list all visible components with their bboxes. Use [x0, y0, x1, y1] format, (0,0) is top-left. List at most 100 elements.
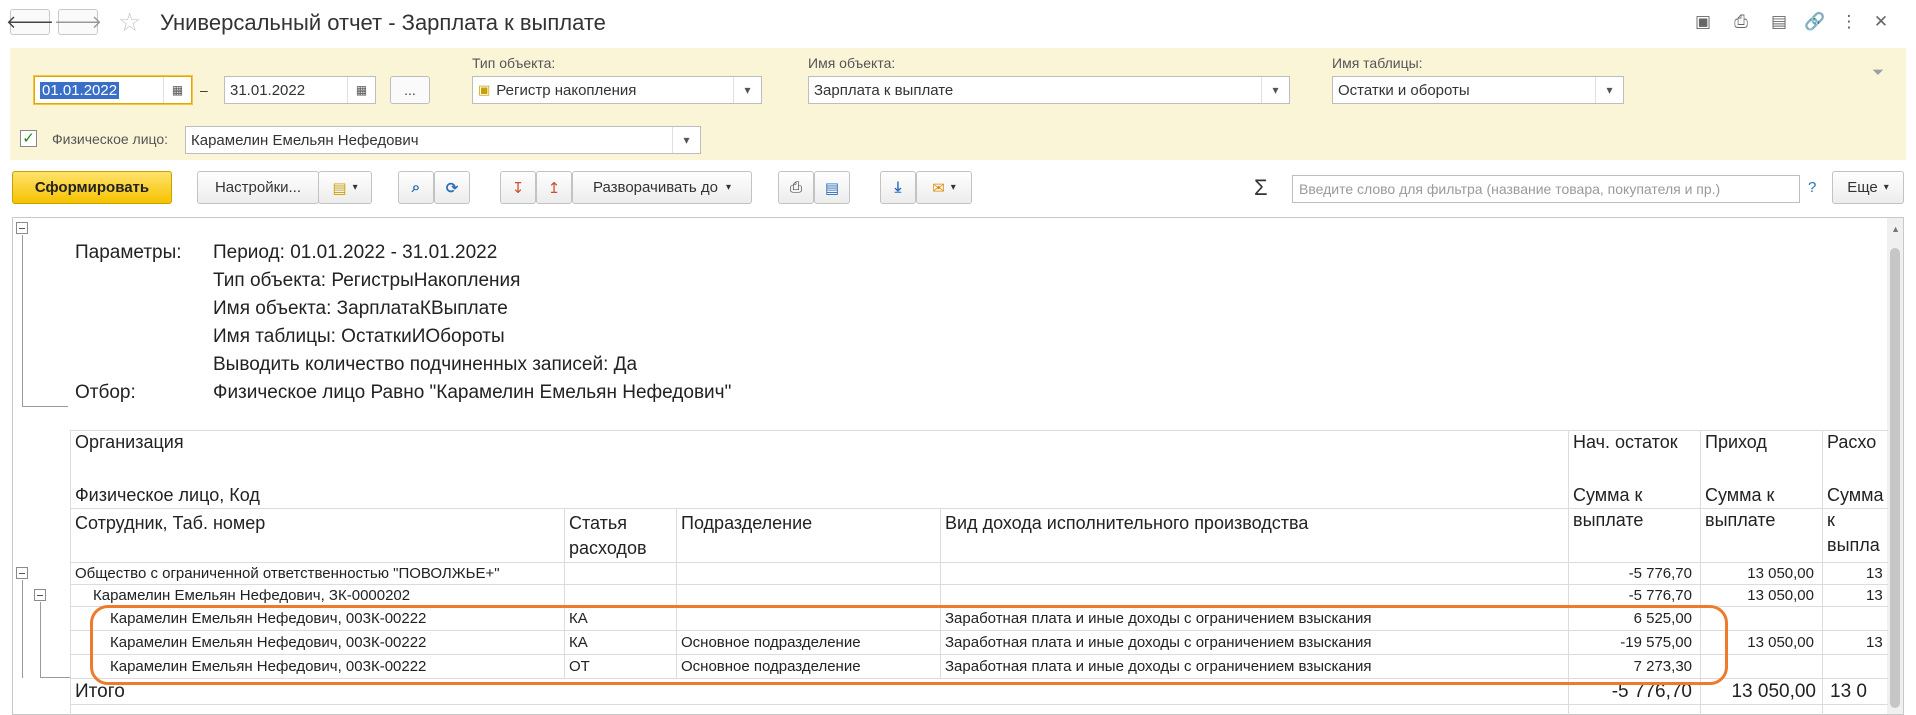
total-label: Итого — [75, 681, 125, 702]
row-expense: 13 — [1866, 634, 1883, 651]
collapse-org-group-icon[interactable] — [16, 567, 28, 579]
save-file-button[interactable]: ⤓ — [880, 171, 916, 204]
back-button[interactable]: 🡐 — [6, 9, 54, 35]
sum-icon[interactable]: Σ — [1254, 175, 1268, 201]
object-name-select[interactable]: Зарплата к выплате ▾ — [808, 76, 1290, 104]
expand-groups-button[interactable]: ↥ — [536, 171, 572, 204]
param-object-type: Тип объекта: РегистрыНакопления — [213, 270, 521, 291]
expand-to-dropdown[interactable]: Разворачивать до ▾ — [572, 171, 752, 204]
param-period: Период: 01.01.2022 - 31.01.2022 — [213, 242, 498, 263]
person-label: Физическое лицо: — [52, 131, 169, 147]
row-income-type: Заработная плата и иные доходы с огранич… — [945, 658, 1372, 675]
table-border — [1700, 430, 1701, 715]
find-next-button[interactable]: ⟳ — [434, 171, 470, 204]
header-expense-sub: Сумма к выпла — [1827, 485, 1884, 555]
table-border — [70, 430, 71, 715]
search-next-icon: ⟳ — [445, 179, 459, 197]
vertical-scrollbar[interactable]: ▲ — [1887, 218, 1903, 714]
collapse-person-group-icon[interactable] — [34, 589, 46, 601]
calendar-icon[interactable]: ▦ — [347, 77, 375, 103]
collapse-icon: ↧ — [511, 179, 525, 197]
header-org: Организация — [75, 432, 184, 452]
help-button[interactable]: ? — [1808, 179, 1816, 196]
row-income: 13 050,00 — [1747, 587, 1814, 604]
row-name: Карамелин Емельян Нефедович, 003К-00222 — [110, 634, 427, 651]
header-start-balance: Нач. остаток — [1573, 432, 1678, 452]
calendar-icon[interactable]: ▦ — [163, 77, 191, 103]
param-object-name: Имя объекта: ЗарплатаКВыплате — [213, 298, 508, 319]
row-article: КА — [569, 610, 588, 627]
print-icon[interactable]: ⎙ — [1730, 12, 1752, 32]
table-border — [70, 630, 1888, 631]
chevron-down-icon[interactable]: ▾ — [672, 127, 700, 153]
table-border — [1568, 430, 1569, 715]
more-label: Еще — [1847, 179, 1878, 196]
generate-button[interactable]: Сформировать — [12, 171, 172, 204]
period-select-button[interactable]: ... — [390, 76, 430, 104]
row-income: 13 050,00 — [1747, 565, 1814, 582]
date-from-field[interactable]: 01.01.2022 ▦ — [34, 76, 192, 104]
row-name: Общество с ограниченной ответственностью… — [75, 565, 500, 582]
title-bar: 🡐 🡒 ☆ Универсальный отчет - Зарплата к в… — [0, 0, 1916, 44]
row-expense: 13 — [1866, 587, 1883, 604]
total-start: -5 776,70 — [1611, 681, 1692, 702]
more-vertical-icon[interactable]: ⋮ — [1838, 12, 1860, 32]
settings-button[interactable]: Настройки... — [197, 171, 319, 204]
date-to-field[interactable]: 31.01.2022 ▦ — [224, 76, 376, 104]
row-income-type: Заработная плата и иные доходы с огранич… — [945, 634, 1372, 651]
download-icon: ⤓ — [894, 179, 902, 196]
person-filter-checkbox[interactable]: ✓ — [20, 130, 37, 147]
forward-button[interactable]: 🡒 — [54, 9, 102, 35]
print-preview-button[interactable]: ▤ — [814, 171, 850, 204]
collapse-groups-button[interactable]: ↧ — [500, 171, 536, 204]
more-button[interactable]: Еще ▾ — [1832, 171, 1904, 204]
favorite-star-icon[interactable]: ☆ — [118, 7, 141, 38]
table-name-value: Остатки и обороты — [1338, 81, 1470, 99]
table-border — [70, 654, 1888, 655]
object-type-label: Тип объекта: — [472, 55, 556, 71]
chevron-down-icon[interactable]: ▾ — [1261, 77, 1289, 103]
chevron-down-icon[interactable]: ▾ — [1595, 77, 1623, 103]
filter-label: Отбор: — [75, 382, 136, 403]
scroll-up-icon[interactable]: ▲ — [1891, 224, 1900, 234]
table-border — [1822, 430, 1823, 715]
send-email-button[interactable]: ✉ ▾ — [916, 171, 972, 204]
printer-icon: ⎙ — [789, 179, 802, 196]
preview-icon: ▤ — [824, 179, 840, 197]
collapse-params-icon[interactable] — [16, 222, 28, 234]
header-person-code: Физическое лицо, Код — [75, 485, 260, 505]
close-icon[interactable]: ✕ — [1870, 12, 1892, 32]
scroll-thumb[interactable] — [1890, 248, 1900, 708]
group-line — [40, 602, 41, 678]
header-income-type: Вид дохода исполнительного производства — [945, 513, 1309, 533]
object-name-value: Зарплата к выплате — [814, 81, 954, 99]
print-button[interactable]: ⎙ — [778, 171, 814, 204]
object-type-select[interactable]: ▣ Регистр накопления ▾ — [472, 76, 762, 104]
table-border — [70, 562, 1888, 563]
link-icon[interactable]: 🔗 — [1804, 12, 1826, 32]
preview-icon[interactable]: ▤ — [1768, 12, 1790, 32]
variants-button[interactable]: ▤ ▾ — [318, 171, 372, 204]
filter-funnel-icon[interactable]: ⏷ — [1872, 64, 1884, 81]
row-division: Основное подразделение — [681, 658, 861, 675]
table-name-select[interactable]: Остатки и обороты ▾ — [1332, 76, 1624, 104]
expand-to-label: Разворачивать до — [592, 179, 718, 196]
header-start-balance-sub: Сумма к выплате — [1573, 485, 1644, 530]
report-filter-input[interactable]: Введите слово для фильтра (название това… — [1292, 175, 1800, 203]
find-button[interactable]: ⌕ — [398, 171, 434, 204]
group-line — [40, 677, 70, 678]
table-border — [564, 508, 565, 678]
object-name-label: Имя объекта: — [808, 55, 896, 71]
person-select[interactable]: Карамелин Емельян Нефедович ▾ — [185, 126, 701, 154]
params-label: Параметры: — [75, 242, 182, 263]
chevron-down-icon: ▾ — [725, 182, 732, 193]
row-name: Карамелин Емельян Нефедович, 003К-00222 — [110, 610, 427, 627]
save-icon[interactable]: ▣ — [1692, 12, 1714, 32]
header-article: Статья расходов — [569, 513, 647, 558]
row-name: Карамелин Емельян Нефедович, ЗК-0000202 — [93, 587, 411, 604]
register-icon: ▣ — [478, 82, 491, 97]
table-border — [70, 678, 1888, 679]
header-employee: Сотрудник, Таб. номер — [75, 513, 266, 533]
row-income-type: Заработная плата и иные доходы с огранич… — [945, 610, 1372, 627]
chevron-down-icon[interactable]: ▾ — [733, 77, 761, 103]
